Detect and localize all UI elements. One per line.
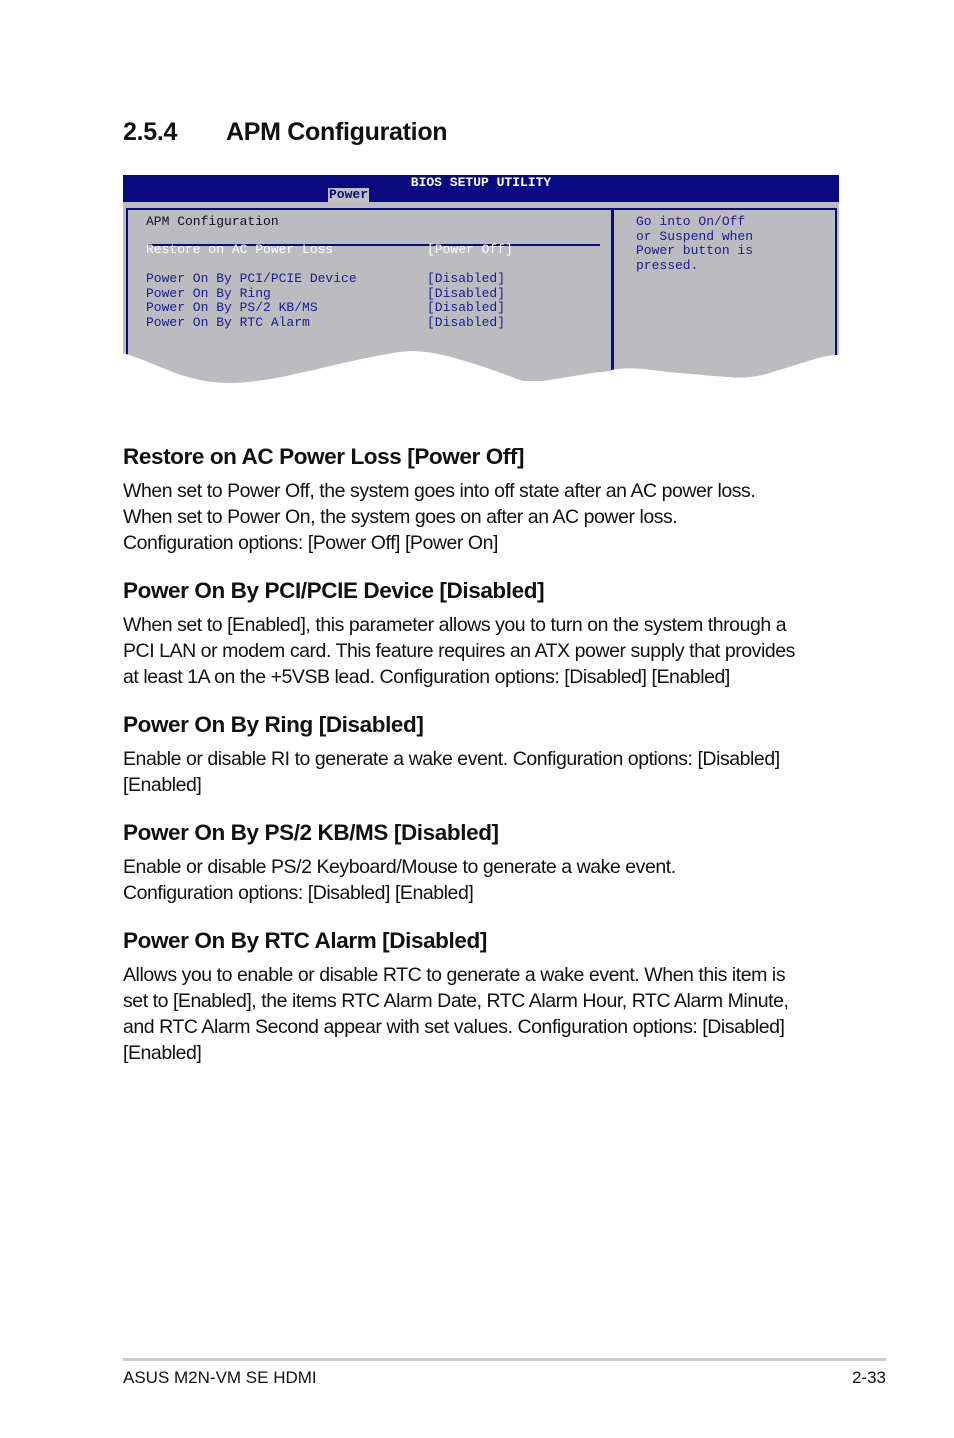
section-title: APM Configuration (226, 118, 448, 146)
subheading: Power On By PCI/PCIE Device [Disabled] (123, 578, 545, 603)
subheading: Power On By Ring [Disabled] (123, 712, 424, 737)
paragraph: When set to [Enabled], this parameter al… (123, 612, 843, 690)
bios-item-value[interactable]: [Power Off] (427, 242, 513, 258)
paragraph: Enable or disable RI to generate a wake … (123, 746, 843, 798)
bios-tab-power: Power (328, 187, 370, 202)
bios-title: BIOS SETUP UTILITY (410, 175, 552, 190)
bios-item-label[interactable]: Power On By PCI/PCIE Device (146, 271, 357, 287)
text-line: PCI LAN or modem card. This feature requ… (123, 640, 795, 662)
section-heading: 2.5.4 APM Configuration (123, 118, 448, 147)
text-line: When set to Power Off, the system goes i… (123, 480, 756, 502)
paragraph: Enable or disable PS/2 Keyboard/Mouse to… (123, 854, 843, 906)
text-line: Configuration options: [Power Off] [Powe… (123, 532, 499, 554)
text-line: When set to Power On, the system goes on… (123, 506, 678, 528)
text-line: Configuration options: [Disabled] [Enabl… (123, 882, 474, 904)
text-line: [Enabled] (123, 774, 202, 796)
footer-page-number: 2-33 (851, 1368, 886, 1387)
text-line: When set to [Enabled], this parameter al… (123, 614, 787, 636)
bios-item-label[interactable]: Restore on AC Power Loss (146, 242, 333, 258)
section-number: 2.5.4 (123, 118, 178, 146)
text-line: [Enabled] (123, 1042, 202, 1064)
text-line: Enable or disable PS/2 Keyboard/Mouse to… (123, 856, 676, 878)
footer-rule (123, 1358, 886, 1361)
subheading: Power On By RTC Alarm [Disabled] (123, 928, 487, 953)
paragraph: Allows you to enable or disable RTC to g… (123, 962, 843, 1066)
bios-title-bar: BIOS SETUP UTILITY Power (123, 175, 839, 202)
paragraph: When set to Power Off, the system goes i… (123, 478, 843, 556)
subheading: Power On By PS/2 KB/MS [Disabled] (123, 820, 499, 845)
subheading: Restore on AC Power Loss [Power Off] (123, 444, 525, 469)
bios-help-line: pressed. (636, 258, 699, 273)
bios-item-label[interactable]: Power On By PS/2 KB/MS (146, 300, 318, 316)
bios-item-value[interactable]: [Disabled] (427, 271, 505, 287)
torn-edge (123, 351, 839, 385)
bios-help-line: Power button is (636, 243, 754, 258)
footer-product: ASUS M2N-VM SE HDMI (123, 1368, 317, 1387)
text-line: at least 1A on the +5VSB lead. Configura… (123, 666, 730, 688)
manual-page: 2.5.4 APM Configuration BIOS SETUP UTILIT… (0, 0, 954, 1438)
bios-panel-title: APM Configuration (146, 214, 279, 229)
text-line: Allows you to enable or disable RTC to g… (123, 964, 786, 986)
text-line: set to [Enabled], the items RTC Alarm Da… (123, 990, 789, 1012)
bios-screenshot: BIOS SETUP UTILITY Power APM Configurati… (123, 175, 839, 385)
bios-item-value[interactable]: [Disabled] (427, 300, 505, 316)
text-line: Enable or disable RI to generate a wake … (123, 748, 780, 770)
bios-help-line: Go into On/Off (636, 214, 746, 229)
text-line: and RTC Alarm Second appear with set val… (123, 1016, 785, 1038)
